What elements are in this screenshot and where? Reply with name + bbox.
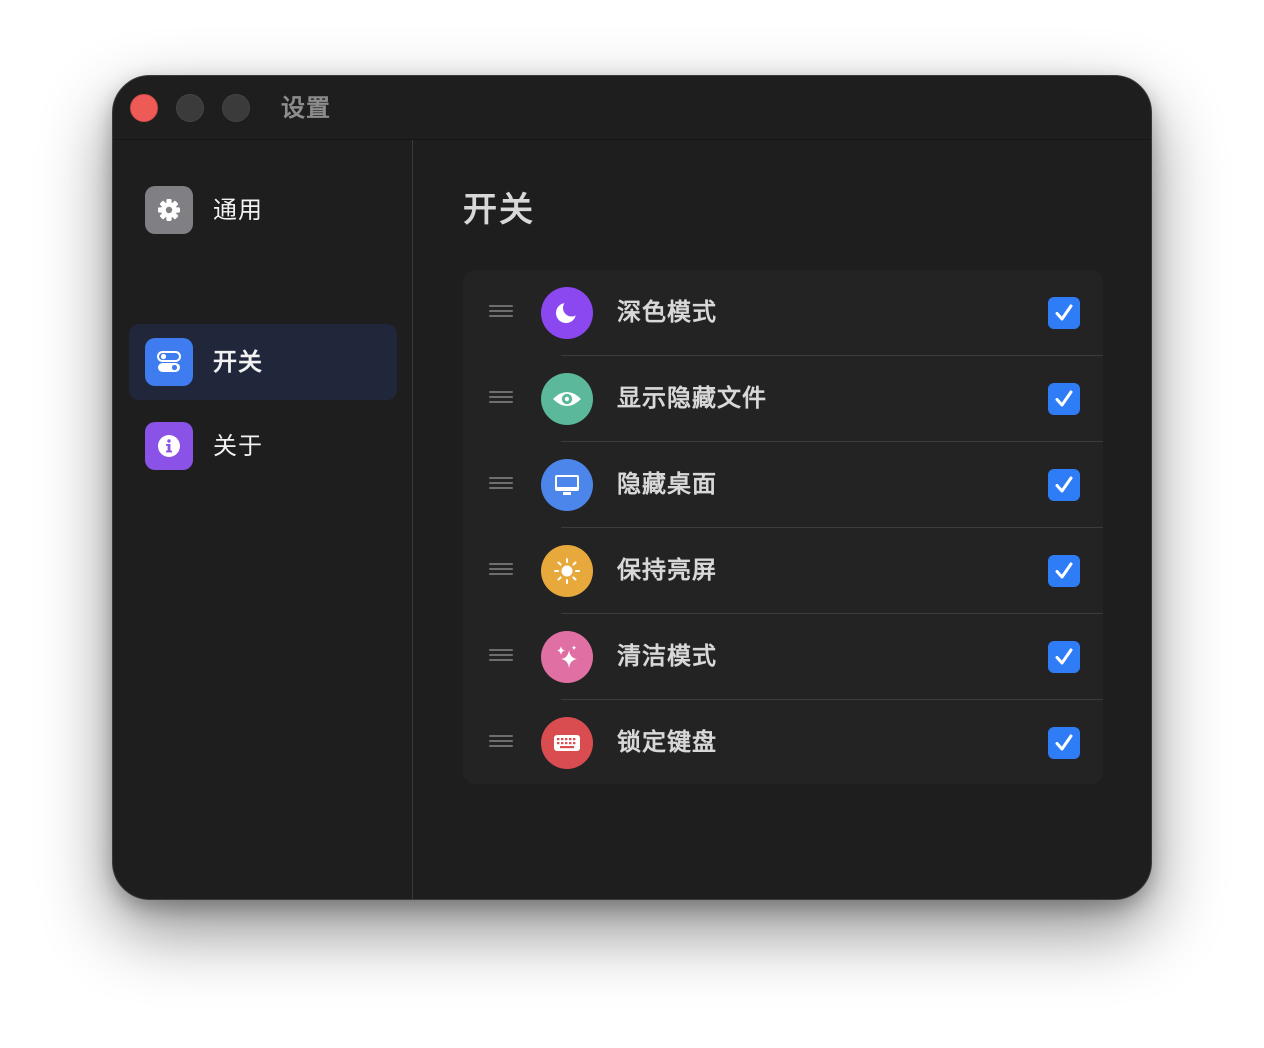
list-item-show-hidden-files: 显示隐藏文件 <box>463 356 1103 442</box>
checkmark-icon <box>1055 304 1073 321</box>
dark-mode-checkbox[interactable] <box>1048 297 1080 329</box>
toggle-label: 隐藏桌面 <box>617 470 717 498</box>
gear-icon <box>145 186 193 234</box>
toggle-label: 保持亮屏 <box>617 556 717 584</box>
sidebar-item-label: 开关 <box>213 348 263 376</box>
drag-handle-icon[interactable] <box>489 477 513 491</box>
window-title: 设置 <box>281 94 331 122</box>
drag-handle-icon[interactable] <box>489 563 513 577</box>
checkmark-icon <box>1055 390 1073 407</box>
toggle-label: 清洁模式 <box>617 642 717 670</box>
drag-handle-icon[interactable] <box>489 391 513 405</box>
list-item-dark-mode: 深色模式 <box>463 270 1103 356</box>
moon-icon <box>541 287 593 339</box>
toggle-list: 深色模式 显示隐藏文件 隐藏桌面 保持亮屏 清洁模式 锁定键盘 <box>463 270 1103 784</box>
list-item-keep-awake: 保持亮屏 <box>463 528 1103 614</box>
checkmark-icon <box>1055 476 1073 493</box>
sidebar-item-about[interactable]: 关于 <box>129 408 397 484</box>
sparkles-icon <box>541 631 593 683</box>
settings-window: 设置 通用 开关 关于 开关 深色模式 显示隐藏文件 隐藏桌面 保持亮屏 清洁模… <box>112 75 1152 900</box>
sidebar: 通用 开关 关于 <box>113 140 413 899</box>
title-bar: 设置 <box>113 76 1151 140</box>
list-item-lock-keyboard: 锁定键盘 <box>463 700 1103 784</box>
keyboard-icon <box>541 717 593 769</box>
checkmark-icon <box>1055 648 1073 665</box>
drag-handle-icon[interactable] <box>489 735 513 749</box>
main-content: 开关 深色模式 显示隐藏文件 隐藏桌面 保持亮屏 清洁模式 锁定键盘 <box>413 140 1151 899</box>
maximize-button[interactable] <box>222 94 250 122</box>
sidebar-item-general[interactable]: 通用 <box>129 172 397 248</box>
drag-handle-icon[interactable] <box>489 649 513 663</box>
sidebar-item-label: 通用 <box>213 196 263 224</box>
list-item-clean-mode: 清洁模式 <box>463 614 1103 700</box>
sun-icon <box>541 545 593 597</box>
checkmark-icon <box>1055 562 1073 579</box>
hide-desktop-checkbox[interactable] <box>1048 469 1080 501</box>
toggle-label: 显示隐藏文件 <box>617 384 767 412</box>
info-icon <box>145 422 193 470</box>
lock-keyboard-checkbox[interactable] <box>1048 727 1080 759</box>
show-hidden-files-checkbox[interactable] <box>1048 383 1080 415</box>
page-title: 开关 <box>463 190 535 230</box>
keep-awake-checkbox[interactable] <box>1048 555 1080 587</box>
sidebar-item-label: 关于 <box>213 432 263 460</box>
list-item-hide-desktop: 隐藏桌面 <box>463 442 1103 528</box>
toggle-label: 深色模式 <box>617 298 717 326</box>
desktop-icon <box>541 459 593 511</box>
drag-handle-icon[interactable] <box>489 305 513 319</box>
eye-icon <box>541 373 593 425</box>
clean-mode-checkbox[interactable] <box>1048 641 1080 673</box>
close-button[interactable] <box>130 94 158 122</box>
checkmark-icon <box>1055 734 1073 751</box>
minimize-button[interactable] <box>176 94 204 122</box>
sidebar-item-toggles[interactable]: 开关 <box>129 324 397 400</box>
toggles-icon <box>145 338 193 386</box>
toggle-label: 锁定键盘 <box>617 728 717 756</box>
